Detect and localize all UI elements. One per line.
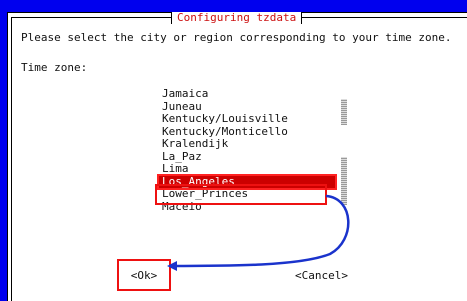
cancel-button[interactable]: <Cancel> [295,269,348,282]
list-item[interactable]: Lower_Princes [159,187,335,201]
dialog-prompt: Please select the city or region corresp… [21,31,452,44]
list-item[interactable]: Jamaica [159,87,335,101]
cancel-button-label: <Cancel> [295,269,348,282]
dialog-title-box: Configuring tzdata [171,11,303,26]
scrollbar-thumb-upper[interactable] [341,99,347,125]
dialog-title: Configuring tzdata [177,11,297,24]
timezone-list[interactable]: Jamaica Juneau Kentucky/Louisville Kentu… [157,87,337,214]
tzdata-dialog: Configuring tzdata Please select the cit… [7,12,467,301]
ok-button[interactable]: <Ok> [117,259,171,291]
list-item[interactable]: Maceio [159,200,335,214]
ok-button-label: <Ok> [130,268,158,282]
title-left-tick [171,12,172,24]
scrollbar-thumb-lower[interactable] [341,157,347,205]
list-item[interactable]: Kentucky/Louisville [159,112,335,126]
list-item[interactable]: Kralendijk [159,137,335,151]
title-right-tick [301,12,303,24]
list-item[interactable]: Lima [159,162,335,176]
time-zone-label: Time zone: [21,61,88,74]
